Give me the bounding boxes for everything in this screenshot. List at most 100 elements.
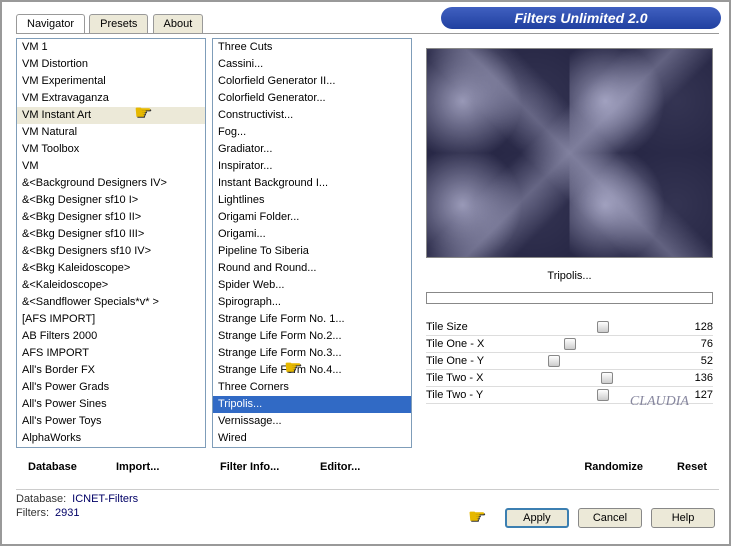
list-item[interactable]: &<Bkg Kaleidoscope> xyxy=(17,260,205,277)
list-item[interactable]: Spirograph... xyxy=(213,294,411,311)
list-item[interactable]: Round and Round... xyxy=(213,260,411,277)
list-item[interactable]: VM Instant Art xyxy=(17,107,205,124)
list-item[interactable]: VM Toolbox xyxy=(17,141,205,158)
list-item[interactable]: All's Power Grads xyxy=(17,379,205,396)
list-item[interactable]: Pipeline To Siberia xyxy=(213,243,411,260)
list-item[interactable]: VM xyxy=(17,158,205,175)
list-item[interactable]: Instant Background I... xyxy=(213,175,411,192)
filter-list[interactable]: Three CutsCassini...Colorfield Generator… xyxy=(212,38,412,448)
divider xyxy=(16,489,719,490)
tab-presets[interactable]: Presets xyxy=(89,14,148,33)
watermark: CLAUDIA xyxy=(630,394,689,410)
slider-value: 76 xyxy=(677,338,713,350)
list-item[interactable]: Origami Folder... xyxy=(213,209,411,226)
randomize-button[interactable]: Randomize xyxy=(580,459,647,475)
list-item[interactable]: VM Distortion xyxy=(17,56,205,73)
list-item[interactable]: Strange Life Form No. 1... xyxy=(213,311,411,328)
list-item[interactable]: VM Extravaganza xyxy=(17,90,205,107)
slider-value: 128 xyxy=(677,321,713,333)
slider-value: 52 xyxy=(677,355,713,367)
list-item[interactable]: Fog... xyxy=(213,124,411,141)
category-list[interactable]: VM 1VM DistortionVM ExperimentalVM Extra… xyxy=(16,38,206,448)
list-item[interactable]: All's Power Toys xyxy=(17,413,205,430)
slider-track[interactable] xyxy=(516,370,677,386)
tab-about[interactable]: About xyxy=(153,14,204,33)
slider-row[interactable]: Tile One - X 76 xyxy=(426,336,713,353)
list-item[interactable]: All's Power Sines xyxy=(17,396,205,413)
list-item[interactable]: Vernissage... xyxy=(213,413,411,430)
list-item[interactable]: AB Filters 2000 xyxy=(17,328,205,345)
app-title-banner: Filters Unlimited 2.0 xyxy=(441,7,721,29)
list-item[interactable]: AlphaWorks xyxy=(17,430,205,447)
slider-track[interactable] xyxy=(516,353,677,369)
database-value: ICNET-Filters xyxy=(72,493,138,505)
cancel-button[interactable]: Cancel xyxy=(578,508,642,528)
slider-row[interactable]: Tile Two - X 136 xyxy=(426,370,713,387)
slider-thumb[interactable] xyxy=(548,355,560,367)
reset-button[interactable]: Reset xyxy=(673,459,711,475)
bottom-buttons: Apply Cancel Help xyxy=(468,508,715,528)
list-item[interactable]: &<Sandflower Specials*v* > xyxy=(17,294,205,311)
list-item[interactable]: Lightlines xyxy=(213,192,411,209)
list-item[interactable]: Strange Life Form No.3... xyxy=(213,345,411,362)
list-item[interactable]: Tripolis... xyxy=(213,396,411,413)
list-item[interactable]: Strange Life Form No.2... xyxy=(213,328,411,345)
list-item[interactable]: Spider Web... xyxy=(213,277,411,294)
slider-panel: Tile Size 128 Tile One - X 76 Tile One - Y 52… xyxy=(426,319,713,404)
list-item[interactable]: &<Background Designers IV> xyxy=(17,175,205,192)
pointer-icon xyxy=(284,359,312,379)
slider-label: Tile One - X xyxy=(426,338,516,350)
help-button[interactable]: Help xyxy=(651,508,715,528)
tabs: Navigator Presets About xyxy=(16,14,204,33)
slider-label: Tile One - Y xyxy=(426,355,516,367)
list-item[interactable]: VM Experimental xyxy=(17,73,205,90)
list-item[interactable]: Strange Life Form No.4... xyxy=(213,362,411,379)
list-item[interactable]: Wired xyxy=(213,430,411,447)
pointer-icon xyxy=(134,104,162,124)
slider-thumb[interactable] xyxy=(597,389,609,401)
list-item[interactable]: Colorfield Generator II... xyxy=(213,73,411,90)
import-button[interactable]: Import... xyxy=(112,459,163,475)
footer-info: Database:ICNET-Filters Filters:2931 xyxy=(16,492,138,520)
slider-track[interactable] xyxy=(516,336,677,352)
list-item[interactable]: VM Natural xyxy=(17,124,205,141)
slider-row[interactable]: Tile One - Y 52 xyxy=(426,353,713,370)
database-button[interactable]: Database xyxy=(24,459,81,475)
list-item[interactable]: Cassini... xyxy=(213,56,411,73)
editor-button[interactable]: Editor... xyxy=(316,459,364,475)
slider-row[interactable]: Tile Size 128 xyxy=(426,319,713,336)
preview-label: Tripolis... xyxy=(426,270,713,282)
apply-button[interactable]: Apply xyxy=(505,508,569,528)
list-item[interactable]: [AFS IMPORT] xyxy=(17,311,205,328)
list-item[interactable]: AFS IMPORT xyxy=(17,345,205,362)
list-item[interactable]: All's Border FX xyxy=(17,362,205,379)
filters-count: 2931 xyxy=(55,507,79,519)
list-item[interactable]: Andrew's Filter Collection 55 xyxy=(17,447,205,448)
list-item[interactable]: &<Bkg Designer sf10 III> xyxy=(17,226,205,243)
list-item[interactable]: &<Bkg Designers sf10 IV> xyxy=(17,243,205,260)
slider-label: Tile Size xyxy=(426,321,516,333)
list-item[interactable]: &<Kaleidoscope> xyxy=(17,277,205,294)
slider-track[interactable] xyxy=(516,319,677,335)
list-item[interactable]: Constructivist... xyxy=(213,107,411,124)
list-item[interactable]: Inspirator... xyxy=(213,158,411,175)
slider-value: 136 xyxy=(677,372,713,384)
slider-label: Tile Two - X xyxy=(426,372,516,384)
preview-image xyxy=(426,48,713,258)
list-item[interactable]: &<Bkg Designer sf10 I> xyxy=(17,192,205,209)
list-item[interactable]: Three Corners xyxy=(213,379,411,396)
list-item[interactable]: Three Cuts xyxy=(213,39,411,56)
list-item[interactable]: Origami... xyxy=(213,226,411,243)
progress-bar xyxy=(426,292,713,304)
filter-info-button[interactable]: Filter Info... xyxy=(216,459,283,475)
list-item[interactable]: Colorfield Generator... xyxy=(213,90,411,107)
list-item[interactable]: &<Bkg Designer sf10 II> xyxy=(17,209,205,226)
slider-thumb[interactable] xyxy=(601,372,613,384)
list-item[interactable]: Gradiator... xyxy=(213,141,411,158)
slider-thumb[interactable] xyxy=(564,338,576,350)
list-item[interactable]: VM 1 xyxy=(17,39,205,56)
slider-thumb[interactable] xyxy=(597,321,609,333)
pointer-icon xyxy=(468,508,496,528)
filters-label: Filters: xyxy=(16,507,49,519)
tab-navigator[interactable]: Navigator xyxy=(16,14,85,33)
